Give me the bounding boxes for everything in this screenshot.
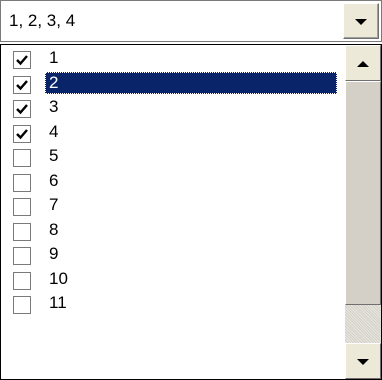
checkmark-icon <box>16 79 28 90</box>
scroll-down-button[interactable] <box>345 343 381 379</box>
list-item-label: 7 <box>49 195 59 214</box>
list-item-label: 10 <box>49 268 68 288</box>
list-item[interactable]: 9 <box>1 241 345 266</box>
checkmark-icon <box>16 128 28 139</box>
arrow-up-icon <box>357 61 369 67</box>
list-item-label: 2 <box>45 71 337 94</box>
list-item[interactable]: 5 <box>1 143 345 168</box>
chevron-down-icon <box>355 19 367 25</box>
arrow-down-icon <box>357 359 369 365</box>
dropdown-button[interactable] <box>343 3 379 39</box>
combobox-selected-text: 1, 2, 3, 4 <box>9 11 76 30</box>
scroll-up-button[interactable] <box>345 45 381 81</box>
checkbox[interactable] <box>13 271 31 290</box>
checkbox[interactable] <box>13 124 31 143</box>
checkbox[interactable] <box>13 75 31 94</box>
list-item-label: 4 <box>49 121 59 141</box>
checkbox[interactable] <box>13 198 31 216</box>
list-item[interactable]: 3 <box>1 94 345 119</box>
vertical-scrollbar[interactable] <box>345 45 381 379</box>
multi-select-combobox[interactable]: 1, 2, 3, 4 1 2 3 4 5 6 7 8 9 10 11 <box>0 0 382 380</box>
checkbox[interactable] <box>13 149 31 167</box>
dropdown-list[interactable]: 1 2 3 4 5 6 7 8 9 10 11 <box>0 44 382 380</box>
list-item[interactable]: 7 <box>1 192 345 217</box>
list-item-label: 11 <box>49 293 67 312</box>
scrollbar-thumb[interactable] <box>345 81 381 305</box>
list-item[interactable]: 10 <box>1 266 345 291</box>
checkbox[interactable] <box>13 296 31 314</box>
list-item[interactable]: 6 <box>1 168 345 193</box>
list-items: 1 2 3 4 5 6 7 8 9 10 11 <box>1 45 345 315</box>
checkmark-icon <box>16 104 28 115</box>
list-item[interactable]: 11 <box>1 290 345 315</box>
list-item[interactable]: 2 <box>1 70 345 95</box>
checkbox[interactable] <box>13 173 31 192</box>
list-item[interactable]: 4 <box>1 119 345 144</box>
checkbox[interactable] <box>13 100 31 118</box>
list-item[interactable]: 1 <box>1 45 345 70</box>
checkmark-icon <box>16 55 28 66</box>
list-item-label: 6 <box>49 170 59 190</box>
list-item[interactable]: 8 <box>1 217 345 242</box>
list-item-label: 9 <box>49 244 59 263</box>
list-item-label: 8 <box>49 219 59 239</box>
checkbox[interactable] <box>13 51 31 69</box>
list-item-label: 3 <box>49 97 59 116</box>
list-item-label: 1 <box>49 48 59 67</box>
list-item-label: 5 <box>49 146 59 165</box>
combobox-field[interactable]: 1, 2, 3, 4 <box>0 0 382 42</box>
checkbox[interactable] <box>13 247 31 265</box>
checkbox[interactable] <box>13 222 31 241</box>
